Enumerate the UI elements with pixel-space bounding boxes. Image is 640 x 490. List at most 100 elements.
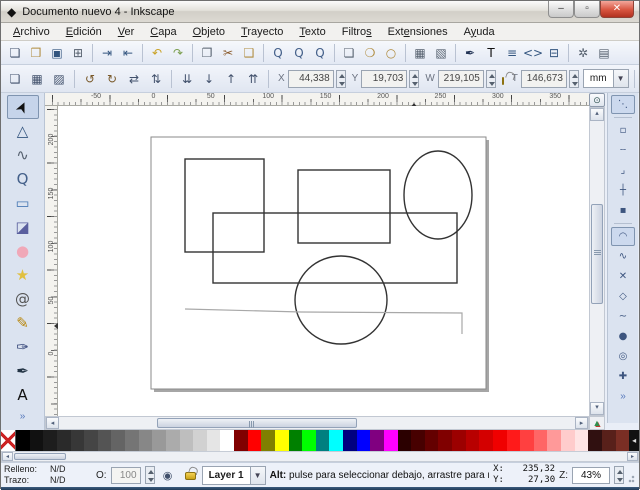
opacity-input[interactable] bbox=[111, 467, 141, 484]
rotate-90-cw[interactable]: ↻ bbox=[102, 69, 122, 89]
undo[interactable]: ↶ bbox=[147, 43, 167, 63]
group-objects[interactable]: ▦ bbox=[410, 43, 430, 63]
color-swatch[interactable] bbox=[180, 430, 194, 451]
new-document[interactable]: ❏ bbox=[5, 43, 25, 63]
tool-text[interactable]: A bbox=[7, 383, 39, 407]
tool-ellipse[interactable]: ● bbox=[7, 239, 39, 263]
flip-vertical[interactable]: ⇅ bbox=[146, 69, 166, 89]
horizontal-ruler[interactable]: -50050100150200250300350 bbox=[45, 93, 589, 106]
deselect[interactable]: ▨ bbox=[49, 69, 69, 89]
snap-midpoints[interactable]: ● bbox=[611, 327, 635, 346]
color-swatch[interactable] bbox=[193, 430, 207, 451]
color-swatch[interactable] bbox=[452, 430, 466, 451]
color-swatch[interactable] bbox=[30, 430, 44, 451]
raise-one-step[interactable]: ↑ bbox=[221, 69, 241, 89]
palette-scroll-left-icon[interactable]: ◂ bbox=[2, 452, 13, 461]
snap-smooth-nodes[interactable]: ∼ bbox=[611, 307, 635, 326]
horizontal-scrollbar[interactable]: ◂ ▸ bbox=[45, 416, 589, 430]
tool-calligraphy[interactable]: ✒ bbox=[7, 359, 39, 383]
scroll-up-arrow-icon[interactable]: ▴ bbox=[590, 108, 604, 121]
menu-filtros[interactable]: Filtros bbox=[334, 25, 380, 39]
import-bitmap[interactable]: ⇥ bbox=[97, 43, 117, 63]
text-dialog[interactable]: T bbox=[481, 43, 501, 63]
x-spinner[interactable] bbox=[336, 70, 346, 88]
color-swatch[interactable] bbox=[438, 430, 452, 451]
layers-dialog[interactable]: ≡ bbox=[502, 43, 522, 63]
select-all[interactable]: ❏ bbox=[5, 69, 25, 89]
tool-rectangle[interactable]: ▭ bbox=[7, 191, 39, 215]
color-swatch[interactable] bbox=[411, 430, 425, 451]
height-spinner[interactable] bbox=[569, 70, 579, 88]
x-input[interactable] bbox=[288, 70, 334, 88]
color-swatch[interactable] bbox=[261, 430, 275, 451]
open-document[interactable]: ❒ bbox=[26, 43, 46, 63]
opacity-spinner[interactable] bbox=[145, 466, 155, 484]
color-swatch[interactable] bbox=[561, 430, 575, 451]
redo[interactable]: ↷ bbox=[168, 43, 188, 63]
menu-objeto[interactable]: Objeto bbox=[185, 25, 233, 39]
ungroup-objects[interactable]: ▧ bbox=[431, 43, 451, 63]
rotate-90-ccw[interactable]: ↺ bbox=[80, 69, 100, 89]
scroll-left-arrow-icon[interactable]: ◂ bbox=[46, 417, 59, 429]
fill-stroke-dialog[interactable]: ✒ bbox=[460, 43, 480, 63]
tool-3dbox[interactable]: ◪ bbox=[7, 215, 39, 239]
zoom-to-selection[interactable]: Q bbox=[268, 43, 288, 63]
raise-to-top[interactable]: ⇈ bbox=[243, 69, 263, 89]
palette-scrollbar[interactable]: ◂ ▸ bbox=[1, 451, 639, 462]
print-document[interactable]: ⊞ bbox=[68, 43, 88, 63]
color-swatch[interactable] bbox=[588, 430, 602, 451]
color-swatch[interactable] bbox=[57, 430, 71, 451]
export-bitmap[interactable]: ⇤ bbox=[118, 43, 138, 63]
horizontal-scroll-thumb[interactable] bbox=[157, 418, 357, 428]
flip-horizontal[interactable]: ⇄ bbox=[124, 69, 144, 89]
unlink-clone[interactable]: ○ bbox=[381, 43, 401, 63]
close-button[interactable]: ✕ bbox=[600, 1, 634, 18]
color-swatch[interactable] bbox=[547, 430, 561, 451]
width-input[interactable] bbox=[438, 70, 484, 88]
snap-bbox-edges[interactable]: ┄ bbox=[611, 141, 635, 160]
vertical-scroll-thumb[interactable] bbox=[591, 204, 603, 304]
snap-paths[interactable]: ∿ bbox=[611, 247, 635, 266]
color-swatch[interactable] bbox=[575, 430, 589, 451]
snap-bounding-box[interactable]: ▫ bbox=[611, 121, 635, 140]
color-swatch[interactable] bbox=[534, 430, 548, 451]
color-swatch[interactable] bbox=[16, 430, 30, 451]
fill-stroke-indicator[interactable]: Relleno: N/D Trazo: N/D bbox=[4, 464, 92, 486]
layer-lock-icon[interactable] bbox=[185, 472, 196, 480]
tool-node-editor[interactable]: △ bbox=[7, 119, 39, 143]
zoom-to-page[interactable]: Q bbox=[310, 43, 330, 63]
menu-archivo[interactable]: Archivo bbox=[5, 25, 58, 39]
color-swatch[interactable] bbox=[329, 430, 343, 451]
save-document[interactable]: ▣ bbox=[47, 43, 67, 63]
vertical-ruler[interactable]: 200150100500 bbox=[45, 106, 58, 416]
color-managed-display-toggle[interactable]: ▲ bbox=[589, 416, 605, 430]
tool-bezier-pen[interactable]: ✑ bbox=[7, 335, 39, 359]
palette-scroll-right-icon[interactable]: ▸ bbox=[627, 452, 638, 461]
menu-edición[interactable]: Edición bbox=[58, 25, 110, 39]
color-swatch[interactable] bbox=[98, 430, 112, 451]
menu-trayecto[interactable]: Trayecto bbox=[233, 25, 291, 39]
color-swatch[interactable] bbox=[248, 430, 262, 451]
lower-one-step[interactable]: ↓ bbox=[199, 69, 219, 89]
create-clone[interactable]: ❍ bbox=[360, 43, 380, 63]
color-swatch[interactable] bbox=[289, 430, 303, 451]
color-swatch[interactable] bbox=[425, 430, 439, 451]
resize-grip[interactable] bbox=[628, 467, 636, 483]
copy[interactable]: ❐ bbox=[197, 43, 217, 63]
units-dropdown-arrow-icon[interactable]: ▼ bbox=[613, 70, 628, 87]
y-spinner[interactable] bbox=[409, 70, 419, 88]
menu-ayuda[interactable]: Ayuda bbox=[456, 25, 503, 39]
color-swatch[interactable] bbox=[479, 430, 493, 451]
snap-object-centers[interactable]: ◎ bbox=[611, 347, 635, 366]
color-swatch[interactable] bbox=[602, 430, 616, 451]
height-input[interactable] bbox=[521, 70, 567, 88]
color-swatch[interactable] bbox=[220, 430, 234, 451]
menu-ver[interactable]: Ver bbox=[110, 25, 143, 39]
menu-extensiones[interactable]: Extensiones bbox=[380, 25, 456, 39]
paste[interactable]: ❑ bbox=[239, 43, 259, 63]
palette-overflow-arrow-icon[interactable]: ◂ bbox=[629, 430, 639, 451]
snap-nodes[interactable]: ◠ bbox=[611, 227, 635, 246]
snap-enable[interactable]: ⋱ bbox=[611, 95, 635, 114]
tool-zoom[interactable]: Q bbox=[7, 167, 39, 191]
color-swatch[interactable] bbox=[43, 430, 57, 451]
